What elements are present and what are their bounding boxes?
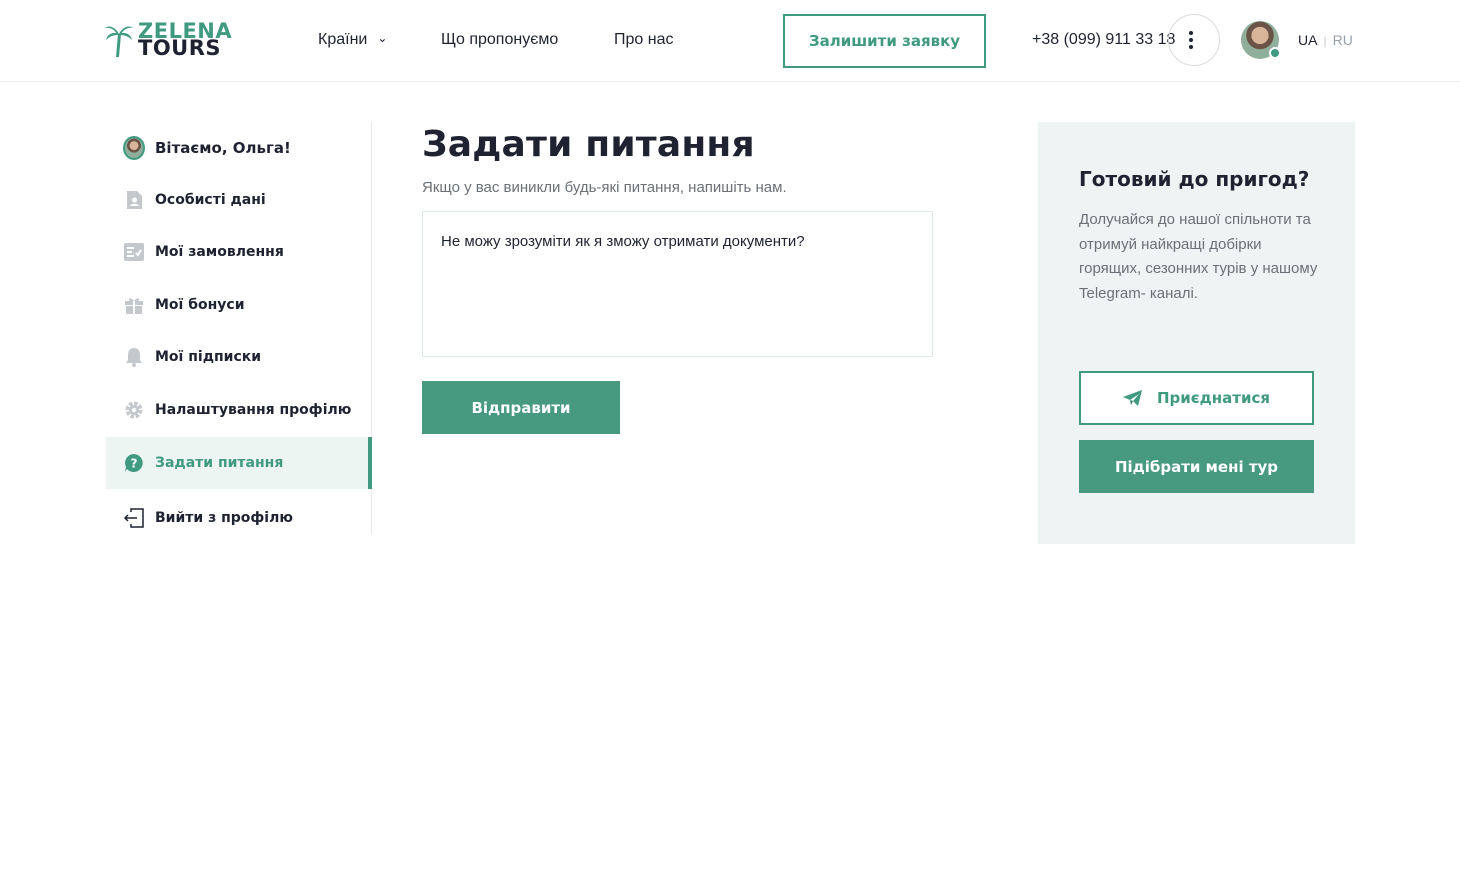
gift-icon	[123, 294, 145, 316]
sidebar-item-label: Налаштування профілю	[155, 402, 352, 418]
sidebar-item-profile-settings[interactable]: Налаштування профілю	[106, 384, 372, 436]
nav-about-label: Про нас	[614, 31, 674, 48]
join-telegram-button[interactable]: Приєднатися	[1079, 371, 1314, 425]
lang-ru[interactable]: RU	[1333, 32, 1353, 48]
online-status-dot	[1269, 47, 1281, 59]
lang-ua[interactable]: UA	[1298, 32, 1317, 48]
sidebar-item-label: Мої замовлення	[155, 244, 284, 260]
sidebar-item-personal-data[interactable]: Особисті дані	[106, 174, 372, 226]
sidebar-item-label: Мої бонуси	[155, 297, 245, 313]
site-header: ZELENA TOURS Країни ⌄ Що пропонуємо Про н…	[0, 0, 1460, 82]
sidebar-item-bonuses[interactable]: Мої бонуси	[106, 279, 372, 331]
nav-about[interactable]: Про нас	[614, 31, 673, 49]
question-icon: ?	[123, 452, 145, 474]
chevron-down-icon: ⌄	[377, 31, 388, 45]
palm-tree-icon	[105, 26, 133, 57]
promo-title: Готовий до пригод?	[1079, 167, 1310, 191]
join-telegram-label: Приєднатися	[1156, 389, 1271, 407]
nav-countries-label: Країни	[318, 31, 368, 48]
logout-icon	[123, 507, 145, 529]
telegram-promo-card: Готовий до пригод? Долучайся до нашої сп…	[1038, 122, 1355, 544]
nav-offers-label: Що пропонуємо	[441, 31, 559, 48]
pick-tour-button[interactable]: Підібрати мені тур	[1079, 440, 1314, 493]
more-options-button[interactable]	[1168, 14, 1220, 66]
sidebar-item-label: Задати питання	[155, 455, 284, 471]
sidebar-item-ask-question[interactable]: ? Задати питання	[106, 437, 372, 489]
page-subtitle: Якщо у вас виникли будь-які питання, нап…	[422, 179, 787, 196]
sidebar-item-label: Особисті дані	[155, 192, 266, 208]
sidebar-item-welcome[interactable]: Вітаємо, Ольга!	[106, 122, 372, 174]
lang-separator: |	[1323, 34, 1327, 48]
logo[interactable]: ZELENA TOURS	[104, 20, 244, 60]
sidebar-item-label: Вийти з профілю	[155, 510, 293, 526]
nav-countries[interactable]: Країни ⌄	[318, 31, 387, 49]
send-button[interactable]: Відправити	[422, 381, 620, 434]
logo-line-2: TOURS	[138, 36, 222, 60]
svg-text:?: ?	[131, 457, 138, 471]
sidebar-item-logout[interactable]: Вийти з профілю	[106, 492, 372, 544]
bell-icon	[123, 346, 145, 368]
avatar-icon	[123, 136, 145, 160]
sidebar-item-subscriptions[interactable]: Мої підписки	[106, 331, 372, 383]
user-avatar[interactable]	[1241, 21, 1281, 59]
page-title: Задати питання	[422, 124, 755, 165]
sidebar-item-label: Мої підписки	[155, 349, 262, 365]
nav-offers[interactable]: Що пропонуємо	[441, 31, 558, 49]
leave-request-button[interactable]: Залишити заявку	[783, 14, 986, 68]
question-input[interactable]: Не можу зрозуміти як я зможу отримати до…	[422, 211, 933, 357]
gear-icon	[123, 399, 145, 421]
document-user-icon	[123, 189, 145, 211]
promo-text: Долучайся до нашої спільноти та отримуй …	[1079, 211, 1318, 302]
language-switcher: UA | RU	[1298, 32, 1353, 48]
sidebar-item-orders[interactable]: Мої замовлення	[106, 226, 372, 278]
orders-list-icon	[123, 241, 145, 263]
more-vertical-icon	[1189, 31, 1193, 49]
telegram-icon	[1122, 390, 1142, 406]
profile-sidebar: Вітаємо, Ольга! Особисті дані Мої замовл…	[106, 122, 372, 534]
phone-number[interactable]: +38 (099) 911 33 18	[1032, 31, 1175, 49]
sidebar-item-label: Вітаємо, Ольга!	[155, 139, 291, 157]
